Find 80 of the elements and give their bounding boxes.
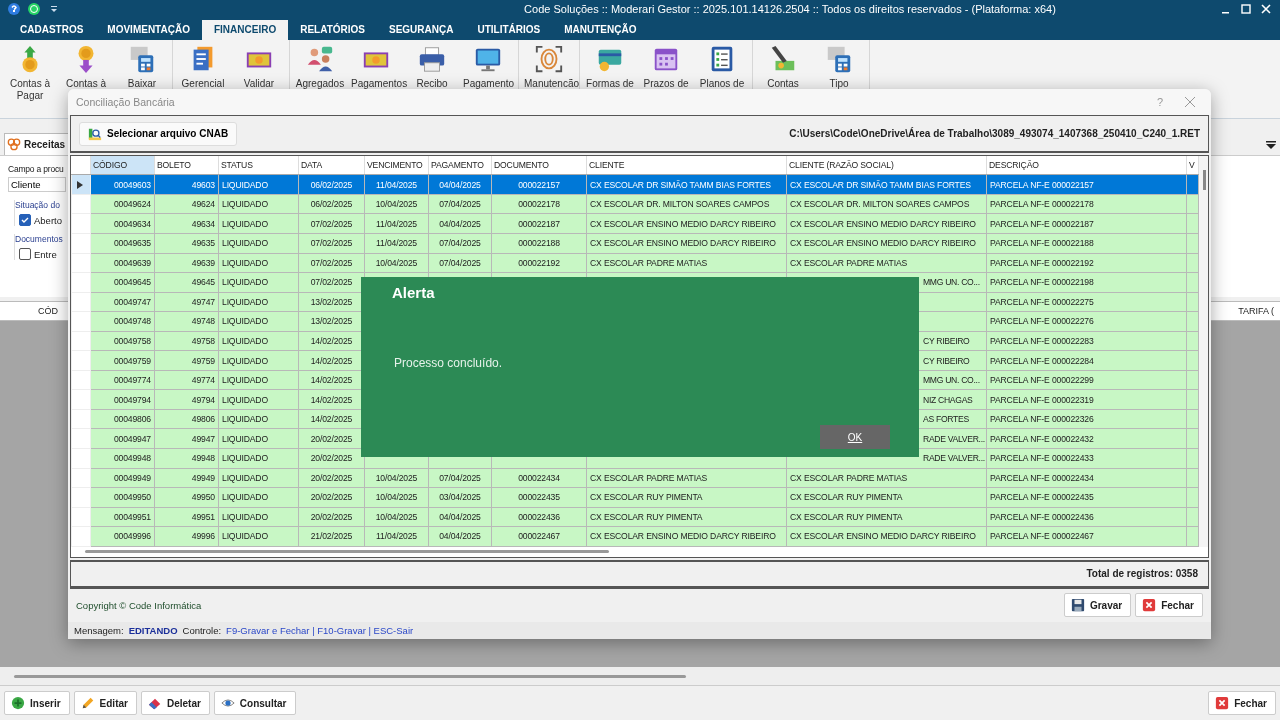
window-title: Code Soluções :: Moderari Gestor :: 2025.101.14126.2504 :: Todos os direitos reservados - (Plataforma: x64) <box>523 3 1057 15</box>
column-header[interactable]: STATUS <box>218 156 299 175</box>
select-file-button[interactable]: Selecionar arquivo CNAB <box>79 121 238 146</box>
ribbon-button[interactable]: Contas à Pagar <box>2 40 58 118</box>
pencil-icon <box>80 696 95 710</box>
eraser-icon <box>147 696 162 710</box>
scrollbar[interactable] <box>1203 170 1206 191</box>
scrollbar[interactable] <box>14 674 686 678</box>
column-header: CÓD <box>38 306 58 316</box>
edit-button[interactable]: Editar <box>73 691 137 715</box>
table-row[interactable]: 00049950 49950 LIQUIDADO 20/02/2025 10/04/2025 03/04/2025 000022435 CX ESCOLAR RUY PIMENTA CX ESCOLAR RUY PIMENTA PARCELA NF-E 000022435 <box>71 487 1199 508</box>
column-header[interactable]: VENCIMENTO <box>364 156 429 175</box>
insert-button[interactable]: Inserir <box>4 691 70 715</box>
shortcut-hint: F9-Gravar e Fechar | F10-Gravar | ESC-Sair <box>226 625 414 637</box>
file-path: C:\Users\Code\OneDrive\Área de Trabalho\3089_493074_1407368_250410_C240_1.RET <box>789 128 1200 139</box>
fingerprint-icon <box>534 44 564 74</box>
checkbox-label: Entre <box>34 248 57 260</box>
table-row[interactable]: 00049639 49639 LIQUIDADO 07/02/2025 10/04/2025 07/04/2025 000022192 CX ESCOLAR PADRE MATIAS CX ESCOLAR PADRE MATIAS PARCELA NF-E 000022192 <box>71 253 1199 273</box>
ribbon-button[interactable]: Agregados <box>292 40 348 118</box>
menu-tab[interactable]: CADASTROS <box>8 20 96 40</box>
table-row[interactable]: 00049949 49949 LIQUIDADO 20/02/2025 10/04/2025 07/04/2025 000022434 CX ESCOLAR PADRE MATIAS CX ESCOLAR PADRE MATIAS PARCELA NF-E 000022434 <box>71 468 1199 488</box>
close-button[interactable]: Fechar <box>1208 691 1276 715</box>
menu-tab[interactable]: RELATÓRIOS <box>288 20 377 40</box>
column-header[interactable]: CÓDIGO <box>90 156 155 175</box>
scrollbar[interactable] <box>85 550 609 554</box>
ok-button[interactable]: OK <box>820 425 890 449</box>
alert-title: Alerta <box>392 284 435 301</box>
table-row[interactable]: 00049634 49634 LIQUIDADO 07/02/2025 11/04/2025 04/04/2025 000022187 CX ESCOLAR ENSINO MEDIO DARCY RIBEIRO CX ESCOLAR ENSINO MEDIO DARCY RIBEIRO PARCELA NF-E 000022187 <box>71 213 1199 234</box>
column-header[interactable]: CLIENTE <box>586 156 787 175</box>
column-header[interactable]: PAGAMENTO <box>428 156 492 175</box>
view-button[interactable]: Consultar <box>213 691 296 715</box>
menu-tab[interactable]: MANUTENÇÃO <box>552 20 649 40</box>
search-field[interactable]: Cliente <box>8 177 66 192</box>
delete-button[interactable]: Deletar <box>140 691 210 715</box>
column-header[interactable]: DOCUMENTO <box>491 156 587 175</box>
row-pointer-icon <box>77 180 83 189</box>
eye-icon <box>220 696 235 710</box>
column-header[interactable]: BOLETO <box>154 156 219 175</box>
checkbox[interactable] <box>19 214 31 226</box>
copyright-text: Copyright © Code Informática <box>76 599 203 611</box>
status-message: EDITANDO <box>128 625 178 637</box>
table-row[interactable]: 00049624 49624 LIQUIDADO 06/02/2025 10/04/2025 07/04/2025 000022178 CX ESCOLAR DR. MILTON SOARES CAMPOS CX ESCOLAR DR. MILTON SOARES CAMPOS PARCELA NF-E 000022178 <box>71 194 1199 214</box>
menu-tab[interactable]: FINANCEIRO <box>201 20 289 40</box>
field-label: Campo a procu <box>8 164 64 174</box>
file-search-icon <box>88 126 102 141</box>
group-title: Situação do <box>15 200 60 210</box>
close-button[interactable]: Fechar <box>1135 593 1203 618</box>
status-label: Controle: <box>182 625 222 637</box>
column-header: TARIFA ( <box>1238 306 1274 316</box>
table-row[interactable]: 00049603 49603 LIQUIDADO 06/02/2025 11/04/2025 04/04/2025 000022157 CX ESCOLAR DR SIMÃO TAMM BIAS FORTES CX ESCOLAR DR SIMÃO TAMM BIAS FORTES PARCELA NF-E 000022157 <box>71 174 1199 195</box>
menu-tab[interactable]: MOVIMENTAÇÃO <box>95 20 202 40</box>
maximize-icon[interactable] <box>1240 3 1252 15</box>
column-header[interactable]: DATA <box>298 156 365 175</box>
table-row[interactable]: 00049996 49996 LIQUIDADO 21/02/2025 11/04/2025 04/04/2025 000022467 CX ESCOLAR ENSINO MEDIO DARCY RIBEIRO CX ESCOLAR ENSINO MEDIO DARCY RIBEIRO PARCELA NF-E 000022467 <box>71 526 1199 547</box>
table-row[interactable]: 00049951 49951 LIQUIDADO 20/02/2025 10/04/2025 04/04/2025 000022436 CX ESCOLAR RUY PIMENTA CX ESCOLAR RUY PIMENTA PARCELA NF-E 000022436 <box>71 507 1199 527</box>
checkbox-label: Aberto <box>34 214 62 226</box>
alert-message: Processo concluído. <box>394 356 503 370</box>
status-label: Mensagem: <box>74 625 124 637</box>
close-icon <box>1142 598 1157 613</box>
group-title: Documentos <box>15 234 63 244</box>
record-total: Total de registros: 0358 <box>1086 568 1198 580</box>
menu-tab[interactable]: SEGURANÇA <box>377 20 466 40</box>
column-header[interactable]: DESCRIÇÃO <box>986 156 1187 175</box>
flower-icon <box>7 137 21 151</box>
save-button[interactable]: Gravar <box>1063 593 1132 618</box>
table-row[interactable]: 00049635 49635 LIQUIDADO 07/02/2025 11/04/2025 07/04/2025 000022188 CX ESCOLAR ENSINO MEDIO DARCY RIBEIRO CX ESCOLAR ENSINO MEDIO DARCY RIBEIRO PARCELA NF-E 000022188 <box>71 233 1199 253</box>
help-icon[interactable] <box>8 3 20 15</box>
people-icon <box>305 44 335 74</box>
floppy-icon <box>1070 598 1085 613</box>
plus-icon <box>11 696 25 710</box>
ribbon-button[interactable]: Manutencão <box>521 40 577 118</box>
chat-icon[interactable] <box>28 3 40 15</box>
column-header[interactable]: CLIENTE (RAZÃO SOCIAL) <box>786 156 987 175</box>
caret-icon[interactable] <box>1266 141 1276 149</box>
checkbox[interactable] <box>19 248 31 260</box>
dialog-title: Conciliação Bancária <box>76 95 176 108</box>
close-icon <box>1215 696 1230 710</box>
printer-icon <box>417 44 447 74</box>
dropdown-icon[interactable] <box>48 3 60 15</box>
menu-tab[interactable]: UTILITÁRIOS <box>465 20 553 40</box>
